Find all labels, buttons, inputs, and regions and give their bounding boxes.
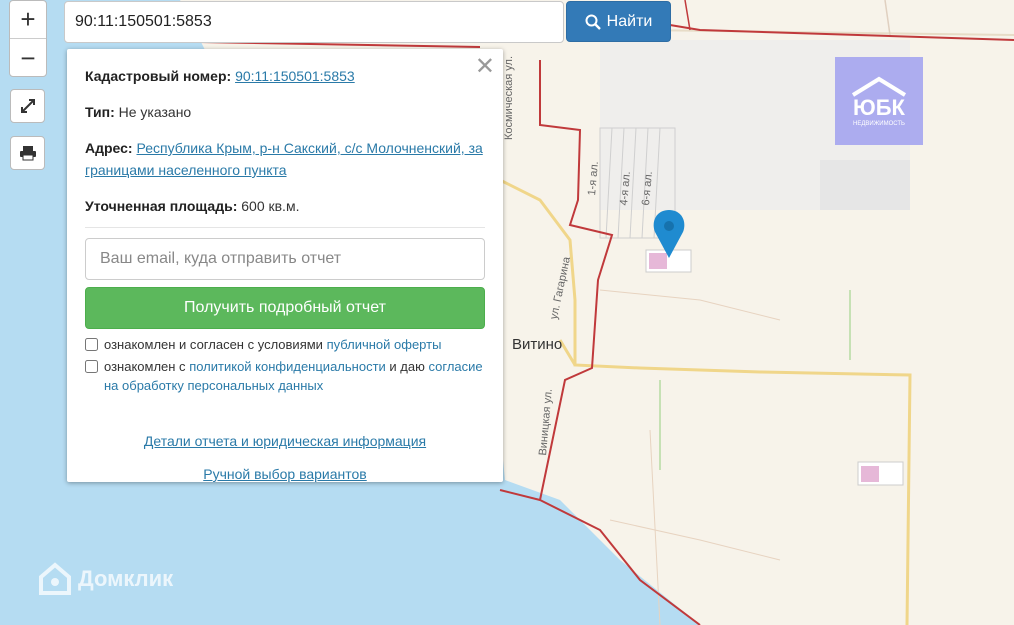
cadastral-row: Кадастровый номер: 90:11:150501:5853 bbox=[85, 68, 355, 84]
address-link[interactable]: Республика Крым, р-н Сакский, с/с Молочн… bbox=[85, 140, 483, 178]
divider bbox=[85, 227, 485, 228]
parcel-popup: ✕ Кадастровый номер: 90:11:150501:5853 Т… bbox=[67, 49, 503, 482]
street-label: Космическая ул. bbox=[503, 56, 515, 140]
offer-checkbox-row: ознакомлен и согласен с условиями публич… bbox=[85, 335, 485, 354]
print-icon bbox=[19, 146, 36, 161]
manual-selection-link[interactable]: Ручной выбор вариантов bbox=[203, 466, 367, 482]
ubk-sub: НЕДВИЖИМОСТЬ bbox=[853, 121, 905, 127]
search-icon bbox=[585, 14, 601, 30]
search-input[interactable] bbox=[64, 1, 564, 43]
search-button[interactable]: Найти bbox=[566, 1, 671, 42]
fullscreen-button[interactable] bbox=[10, 89, 45, 123]
privacy-link[interactable]: политикой конфиденциальности bbox=[189, 359, 386, 374]
close-icon[interactable]: ✕ bbox=[475, 55, 495, 79]
privacy-checkbox-row: ознакомлен с политикой конфиденциальност… bbox=[85, 357, 485, 395]
domclick-logo: Домклик bbox=[38, 562, 173, 596]
ubk-brand: ЮБК bbox=[853, 95, 905, 120]
get-report-button[interactable]: Получить подробный отчет bbox=[85, 287, 485, 329]
search-button-label: Найти bbox=[606, 12, 653, 30]
area-row: Уточненная площадь: 600 кв.м. bbox=[85, 198, 300, 214]
details-link[interactable]: Детали отчета и юридическая информация bbox=[144, 433, 426, 449]
zoom-control: + − bbox=[9, 0, 47, 77]
type-row: Тип: Не указано bbox=[85, 104, 192, 120]
fullscreen-icon bbox=[20, 99, 35, 113]
email-field[interactable] bbox=[85, 238, 485, 280]
offer-checkbox[interactable] bbox=[85, 338, 98, 351]
print-button[interactable] bbox=[10, 136, 45, 170]
zoom-out-button[interactable]: − bbox=[10, 39, 46, 77]
cadastral-link[interactable]: 90:11:150501:5853 bbox=[235, 68, 355, 84]
domclick-house-icon bbox=[39, 562, 71, 595]
zoom-in-button[interactable]: + bbox=[10, 1, 46, 39]
privacy-checkbox[interactable] bbox=[85, 360, 98, 373]
village-label: Витино bbox=[512, 336, 563, 353]
offer-link[interactable]: публичной оферты bbox=[327, 337, 442, 352]
ubk-watermark: ЮБК НЕДВИЖИМОСТЬ bbox=[835, 57, 923, 145]
house-roof-icon bbox=[851, 76, 907, 97]
address-row: Адрес: Республика Крым, р-н Сакский, с/с… bbox=[85, 140, 483, 178]
